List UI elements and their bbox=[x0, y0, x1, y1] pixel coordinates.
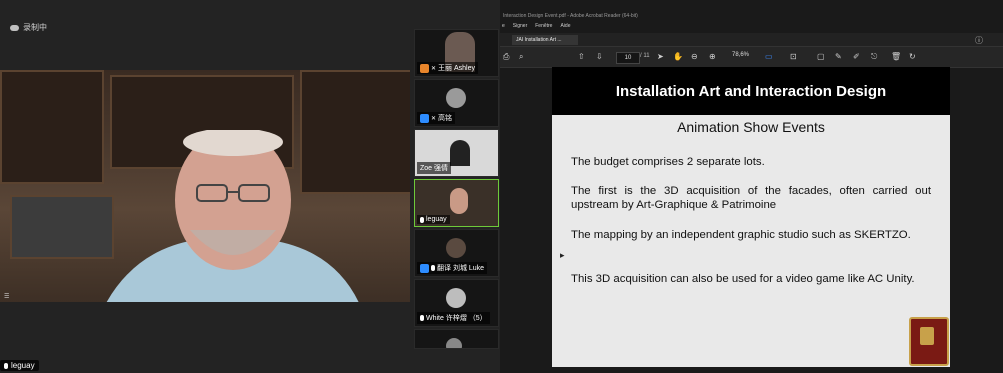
participant-tile[interactable]: Zoe 强倩 bbox=[414, 129, 499, 177]
speaker-figure bbox=[106, 130, 359, 302]
microphone-icon bbox=[4, 362, 8, 369]
document-tab[interactable]: JAI Installation Art ... bbox=[512, 35, 578, 45]
zoom-out-icon[interactable]: ⊖ bbox=[691, 52, 698, 61]
participant-tile[interactable]: 翻译 刘城 Luke bbox=[414, 229, 499, 277]
cloud-icon bbox=[10, 24, 19, 31]
participant-tile-active[interactable]: leguay bbox=[414, 179, 499, 227]
page-display-icon[interactable]: ▭ bbox=[765, 52, 773, 61]
rotate-icon[interactable]: ↻ bbox=[909, 52, 916, 61]
page-up-icon[interactable]: ⇧ bbox=[578, 52, 585, 61]
hand-tool-icon[interactable]: ✋ bbox=[673, 52, 683, 61]
menu-item[interactable]: e bbox=[502, 23, 505, 33]
zoom-in-icon[interactable]: ⊕ bbox=[709, 52, 716, 61]
avatar bbox=[446, 288, 466, 308]
participant-tile[interactable]: ✕ 王丽 Ashley bbox=[414, 29, 499, 77]
main-speaker-name: leguay bbox=[0, 360, 39, 371]
list-icon[interactable]: ☰ bbox=[4, 293, 9, 300]
avatar bbox=[446, 338, 462, 348]
slide-paragraph: The budget comprises 2 separate lots. bbox=[571, 156, 765, 168]
avatar bbox=[446, 88, 466, 108]
stamp-icon[interactable]: ⎋ bbox=[871, 52, 877, 62]
page-count: / 11 bbox=[640, 53, 650, 59]
participant-tile[interactable]: White 许梓熠 （5） bbox=[414, 279, 499, 327]
person-icon bbox=[420, 113, 429, 123]
participant-tile[interactable]: ✕ 高铭 bbox=[414, 79, 499, 127]
recording-indicator: 录制中 bbox=[10, 22, 47, 33]
slide-subtitle: Animation Show Events bbox=[677, 119, 825, 135]
search-icon[interactable]: ⌕ bbox=[519, 52, 523, 62]
school-seal-logo bbox=[909, 317, 949, 366]
zoom-level[interactable]: 78,6% bbox=[732, 52, 758, 62]
microphone-icon bbox=[431, 265, 435, 271]
highlight-icon[interactable]: ✐ bbox=[853, 52, 860, 61]
mouse-cursor-icon: ▸ bbox=[560, 250, 565, 260]
zoom-meeting-window: 录制中 ☰ leguay ✕ 王丽 Ashley ✕ 高铭 Zoe 强倩 leg… bbox=[0, 0, 500, 373]
slide-paragraph: This 3D acquisition can also be used for… bbox=[571, 273, 915, 285]
slide-paragraph: The mapping by an independent graphic st… bbox=[571, 229, 911, 241]
select-cursor-icon[interactable]: ➤ bbox=[657, 52, 664, 61]
microphone-icon bbox=[420, 315, 424, 321]
fit-page-icon[interactable]: ⊡ bbox=[790, 52, 797, 61]
menu-item-help[interactable]: Aide bbox=[560, 23, 570, 33]
slide-header: Installation Art and Interaction Design bbox=[552, 67, 950, 115]
recording-label: 录制中 bbox=[23, 23, 47, 32]
avatar bbox=[446, 238, 466, 258]
main-speaker-video[interactable] bbox=[0, 70, 410, 302]
menu-item-sign[interactable]: Signer bbox=[513, 23, 527, 33]
window-title: Interaction Design Event.pdf - Adobe Acr… bbox=[503, 13, 638, 19]
menu-bar: e Signer Fenêtre Aide bbox=[500, 23, 1003, 33]
slide-paragraph: The first is the 3D acquisition of the f… bbox=[571, 185, 931, 211]
menu-item-window[interactable]: Fenêtre bbox=[535, 23, 552, 33]
participant-tile[interactable] bbox=[414, 329, 499, 349]
mic-muted-icon: ✕ bbox=[431, 115, 437, 122]
microphone-icon bbox=[420, 216, 424, 223]
comment-icon[interactable]: ▢ bbox=[817, 52, 825, 61]
pen-icon[interactable]: ✎ bbox=[835, 52, 842, 61]
page-down-icon[interactable]: ⇩ bbox=[596, 52, 603, 61]
mic-muted-icon: ✕ bbox=[431, 65, 437, 72]
print-icon[interactable]: ⎙ bbox=[503, 52, 509, 62]
page-number-input[interactable]: 10 bbox=[616, 52, 640, 64]
delete-icon[interactable]: 🗑 bbox=[891, 52, 901, 61]
person-icon bbox=[420, 63, 429, 73]
person-icon bbox=[420, 263, 429, 273]
